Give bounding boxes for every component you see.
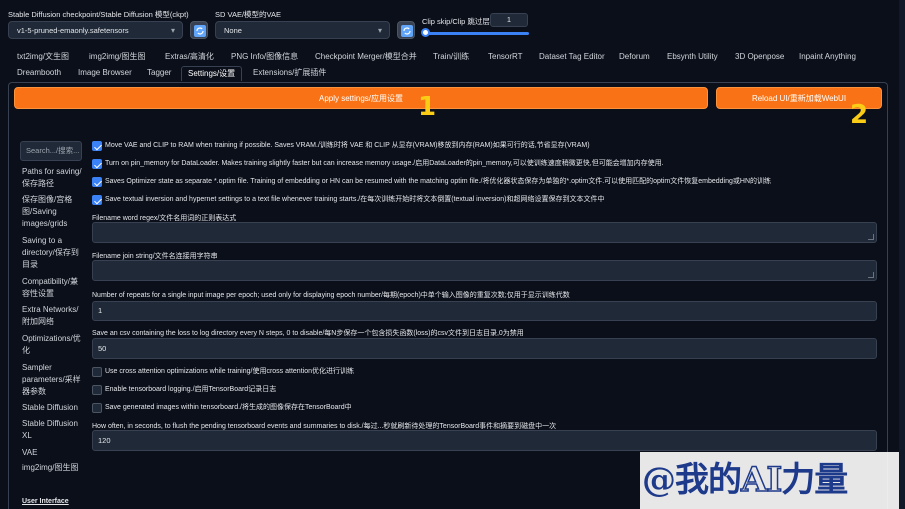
checkbox-label: Enable tensorboard logging./启用TensorBoar… — [105, 386, 277, 393]
repeats-per-epoch-label: Number of repeats for a single input ima… — [92, 292, 570, 299]
checkbox-save-images-tensorboard[interactable] — [92, 403, 102, 413]
checkbox-label: Save textual inversion and hypernet sett… — [105, 196, 605, 203]
csv-log-steps-label: Save an csv containing the loss to log d… — [92, 330, 524, 337]
checkbox-label: Move VAE and CLIP to RAM when training i… — [105, 142, 590, 149]
tab-deforum[interactable]: Deforum — [619, 50, 650, 64]
clip-skip-slider-thumb[interactable] — [421, 28, 430, 37]
checkpoint-value: v1-5-pruned-emaonly.safetensors — [17, 26, 129, 35]
sidebar-item-user-interface[interactable]: User Interface — [22, 496, 82, 508]
sidebar-item-paths-for-saving[interactable]: Paths for saving/保存路径 — [22, 166, 82, 190]
sidebar-item-vae[interactable]: VAE — [22, 447, 82, 459]
apply-settings-button[interactable]: Apply settings/应用设置 — [14, 87, 708, 109]
tab-dreambooth[interactable]: Dreambooth — [17, 66, 61, 80]
tab-tensorrt[interactable]: TensorRT — [488, 50, 523, 64]
tab-3d-openpose[interactable]: 3D Openpose — [735, 50, 784, 64]
sidebar-item-extra-networks[interactable]: Extra Networks/附加网络 — [22, 304, 82, 328]
checkbox-enable-tensorboard[interactable] — [92, 385, 102, 395]
sidebar-item-saving-to-directory[interactable]: Saving to a directory/保存到目录 — [22, 235, 82, 271]
refresh-icon — [401, 25, 413, 37]
vae-select[interactable]: None ▾ — [215, 21, 390, 39]
tab-png-info[interactable]: PNG Info/图像信息 — [231, 50, 298, 64]
tab-checkpoint-merger[interactable]: Checkpoint Merger/模型合并 — [315, 50, 417, 64]
settings-search-input[interactable]: Search.../搜索... — [20, 141, 82, 161]
tab-txt2img[interactable]: txt2img/文生图 — [17, 50, 69, 64]
checkbox-label: Save generated images within tensorboard… — [105, 404, 352, 411]
repeats-per-epoch-input[interactable]: 1 — [92, 301, 877, 321]
sidebar-item-saving-images[interactable]: 保存图像/宫格图/Saving images/grids — [22, 194, 82, 230]
tab-settings[interactable]: Settings/设置 — [181, 66, 243, 81]
vae-value: None — [224, 26, 242, 35]
tab-inpaint-anything[interactable]: Inpaint Anything — [799, 50, 856, 64]
annotation-number-1: 1 — [418, 92, 437, 122]
checkpoint-select[interactable]: v1-5-pruned-emaonly.safetensors ▾ — [8, 21, 183, 39]
tab-extensions[interactable]: Extensions/扩展插件 — [253, 66, 326, 80]
sidebar-item-sampler-parameters[interactable]: Sampler parameters/采样器参数 — [22, 362, 82, 398]
sidebar-item-optimizations[interactable]: Optimizations/优化 — [22, 333, 82, 357]
clip-skip-slider-track[interactable] — [424, 32, 529, 35]
csv-log-steps-input[interactable]: 50 — [92, 338, 877, 359]
watermark-suffix: 力量 — [781, 460, 848, 500]
clip-skip-label: Clip skip/Clip 跳过层 — [422, 17, 490, 26]
tab-tagger[interactable]: Tagger — [147, 66, 171, 80]
tab-img2img[interactable]: img2img/图生图 — [89, 50, 145, 64]
annotation-number-2: 2 — [850, 100, 869, 130]
watermark-ai: AI — [740, 459, 783, 501]
filename-word-regex-input[interactable] — [92, 222, 877, 243]
tab-ebsynth-utility[interactable]: Ebsynth Utility — [667, 50, 718, 64]
checkbox-pin-memory[interactable] — [92, 159, 102, 169]
tab-train[interactable]: Train/训练 — [433, 50, 469, 64]
vae-refresh-button[interactable] — [397, 21, 415, 39]
page-scrollbar[interactable] — [899, 0, 905, 509]
clip-skip-number[interactable]: 1 — [490, 13, 528, 27]
checkbox-label: Saves Optimizer state as separate *.opti… — [105, 178, 771, 185]
checkpoint-refresh-button[interactable] — [190, 21, 208, 39]
sidebar-item-stable-diffusion-xl[interactable]: Stable Diffusion XL — [22, 418, 82, 442]
tab-image-browser[interactable]: Image Browser — [78, 66, 132, 80]
tab-extras[interactable]: Extras/高清化 — [165, 50, 214, 64]
chevron-down-icon: ▾ — [170, 26, 175, 35]
checkbox-label: Use cross attention optimizations while … — [105, 368, 354, 375]
watermark-prefix: @我的 — [642, 460, 742, 500]
tab-dataset-tag-editor[interactable]: Dataset Tag Editor — [539, 50, 605, 64]
watermark: @我的AI力量 — [640, 452, 905, 509]
tensorboard-flush-interval-input[interactable]: 120 — [92, 430, 877, 451]
checkbox-move-vae-clip-to-ram[interactable] — [92, 141, 102, 151]
chevron-down-icon: ▾ — [377, 26, 382, 35]
checkbox-save-optimizer-state[interactable] — [92, 177, 102, 187]
filename-join-string-input[interactable] — [92, 260, 877, 281]
checkbox-cross-attention-optimizations[interactable] — [92, 367, 102, 377]
sidebar-item-stable-diffusion[interactable]: Stable Diffusion — [22, 402, 82, 414]
sidebar-item-img2img[interactable]: img2img/图生图 — [22, 462, 82, 474]
refresh-icon — [194, 25, 206, 37]
checkbox-save-training-settings[interactable] — [92, 195, 102, 205]
checkpoint-label: Stable Diffusion checkpoint/Stable Diffu… — [8, 10, 189, 19]
vae-label: SD VAE/模型的VAE — [215, 10, 281, 19]
sidebar-item-compatibility[interactable]: Compatibility/兼容性设置 — [22, 276, 82, 300]
checkbox-label: Turn on pin_memory for DataLoader. Makes… — [105, 160, 664, 167]
